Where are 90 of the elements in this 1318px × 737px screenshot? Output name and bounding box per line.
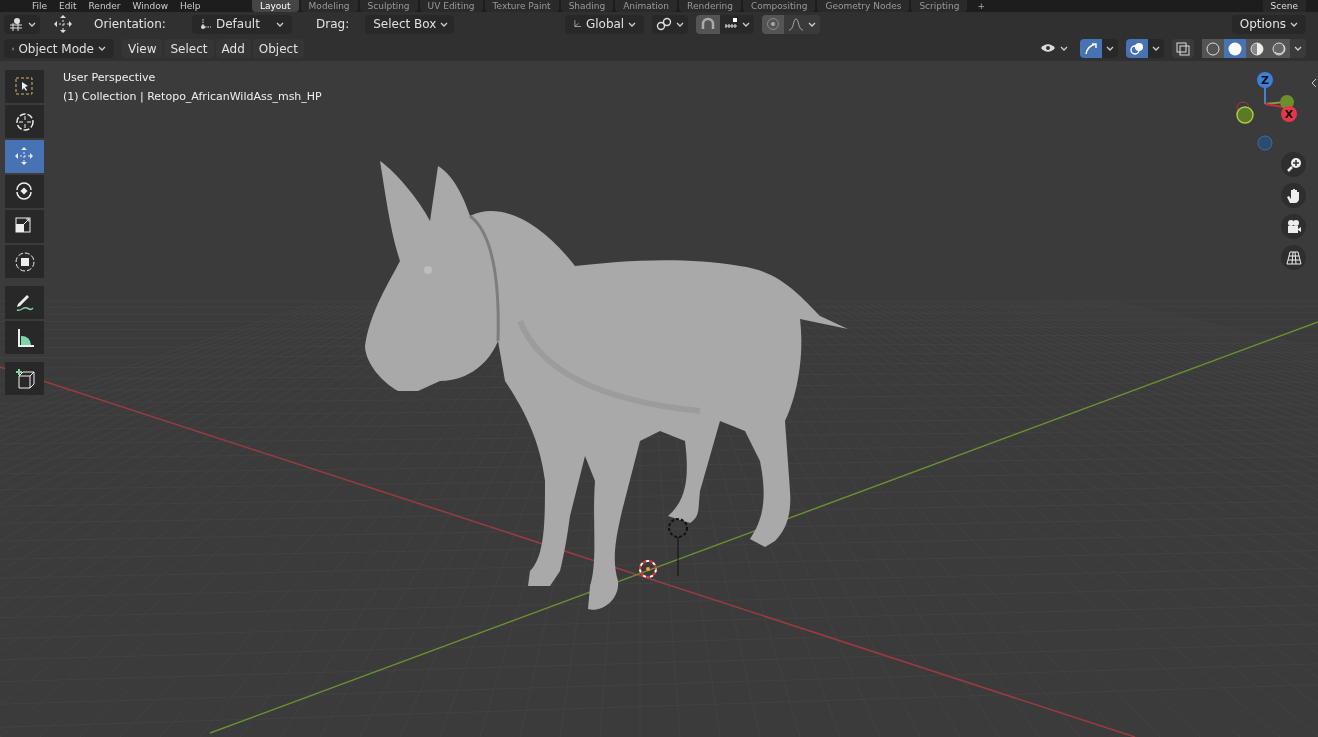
- caret-icon: [1106, 46, 1114, 51]
- menu-item[interactable]: Render: [88, 0, 121, 12]
- header-menu[interactable]: View: [122, 39, 163, 58]
- toolbar-tool[interactable]: [5, 175, 44, 208]
- proportional-edit-button[interactable]: [762, 14, 785, 34]
- drag-dropdown[interactable]: Select Box: [365, 14, 455, 34]
- camera-icon: [1285, 218, 1302, 235]
- options-button[interactable]: Options: [1231, 14, 1306, 34]
- toolbar-tool[interactable]: [5, 245, 44, 278]
- cursor-icon: [13, 110, 36, 133]
- viewport-info-text: User Perspective: [63, 70, 157, 86]
- rendered-shading-icon: [1271, 40, 1287, 57]
- tool-options-button[interactable]: [4, 14, 40, 34]
- snap-button[interactable]: [696, 14, 721, 34]
- caret-icon: [440, 21, 449, 27]
- workspace-tab[interactable]: UV Editing: [419, 0, 483, 12]
- workspace-tab[interactable]: Layout: [252, 0, 299, 12]
- caret-icon: [98, 46, 106, 51]
- caret-icon: [1294, 46, 1302, 51]
- chevron-left-icon: [1311, 78, 1317, 88]
- link-icon: [656, 17, 673, 31]
- grid-icon: [1285, 249, 1302, 266]
- workspace-tab[interactable]: Rendering: [679, 0, 742, 12]
- material-shading-icon: [1249, 40, 1265, 57]
- pivot-point-button[interactable]: [652, 14, 689, 34]
- menu-item[interactable]: Edit: [59, 0, 77, 12]
- workspace-tab[interactable]: Sculpting: [359, 0, 418, 12]
- toolbar-tool[interactable]: [5, 362, 44, 395]
- workspace-tab[interactable]: Geometry Nodes: [817, 0, 910, 12]
- shading-mode-button[interactable]: [1224, 39, 1246, 58]
- toolbar-tool[interactable]: [5, 210, 44, 243]
- caret-icon: [1152, 46, 1160, 51]
- workspace-tab[interactable]: Animation: [615, 0, 678, 12]
- workspace-tab[interactable]: Modeling: [300, 0, 358, 12]
- increment-icon: [724, 18, 739, 30]
- workspace-tab[interactable]: Compositing: [743, 0, 816, 12]
- solid-shading-icon: [1227, 40, 1243, 57]
- hand-icon: [1285, 187, 1302, 204]
- orientation-label: Orientation:: [94, 16, 167, 33]
- move-icon: [52, 14, 74, 34]
- menu-item[interactable]: Help: [180, 0, 201, 12]
- header-menu[interactable]: Add: [215, 39, 251, 58]
- caret-icon: [1290, 21, 1298, 27]
- menu-item[interactable]: Window: [132, 0, 169, 12]
- toolbar-tool[interactable]: [5, 286, 44, 319]
- shading-mode-button[interactable]: [1246, 39, 1268, 58]
- transform-orientation-dropdown[interactable]: Global: [565, 14, 645, 34]
- xray-toggle[interactable]: [1172, 39, 1194, 58]
- caret-icon: [28, 21, 36, 27]
- shading-mode-button[interactable]: [1268, 39, 1290, 58]
- cursor-marker-icon: [639, 560, 657, 578]
- caret-icon: [1060, 46, 1068, 51]
- caret-icon: [742, 21, 751, 27]
- select-box-icon: [13, 75, 36, 98]
- transform-icon: [13, 250, 36, 273]
- workspace-tab[interactable]: Texture Paint: [484, 0, 559, 12]
- gizmo-toggle[interactable]: [1080, 39, 1102, 58]
- pivot-icon: [200, 18, 212, 30]
- add-workspace-button[interactable]: +: [969, 0, 993, 12]
- caret-icon: [676, 21, 685, 27]
- falloff-curve-icon: [788, 17, 805, 31]
- menu-item[interactable]: File: [32, 0, 48, 12]
- add-cube-icon: [13, 367, 36, 390]
- proportional-icon: [766, 17, 781, 31]
- light-object-icon: [668, 518, 688, 577]
- toolbar-tool[interactable]: [5, 105, 44, 138]
- header-menu[interactable]: Object: [252, 39, 304, 58]
- navigation-gizmo[interactable]: Z X: [1233, 70, 1299, 156]
- caret-icon: [628, 21, 637, 27]
- wireframe-shading-icon: [1205, 40, 1221, 57]
- xray-icon: [1176, 41, 1190, 56]
- drag-label: Drag:: [316, 16, 350, 33]
- workspace-tab[interactable]: Scripting: [911, 0, 968, 12]
- scene-field[interactable]: Scene: [1262, 0, 1306, 12]
- magnet-icon: [700, 17, 717, 31]
- workspace-tab[interactable]: Shading: [560, 0, 614, 12]
- move-icon: [13, 145, 36, 168]
- shading-mode-button[interactable]: [1202, 39, 1224, 58]
- viewport-info-text: (1) Collection | Retopo_AfricanWildAss_msh_HP: [63, 88, 322, 105]
- toolbar-tool[interactable]: [5, 321, 44, 354]
- mode-dropdown[interactable]: Object Mode: [4, 39, 114, 58]
- header-menu[interactable]: Select: [164, 39, 214, 58]
- caret-icon: [808, 21, 817, 27]
- caret-icon: [276, 21, 284, 27]
- overlays-toggle[interactable]: [1126, 39, 1148, 58]
- gizmo-icon: [1084, 41, 1098, 56]
- transform-tool-icon: [8, 17, 24, 31]
- overlays-icon: [1130, 41, 1144, 56]
- zoom-icon: [1285, 156, 1302, 173]
- orientation-dropdown[interactable]: Default: [192, 14, 292, 34]
